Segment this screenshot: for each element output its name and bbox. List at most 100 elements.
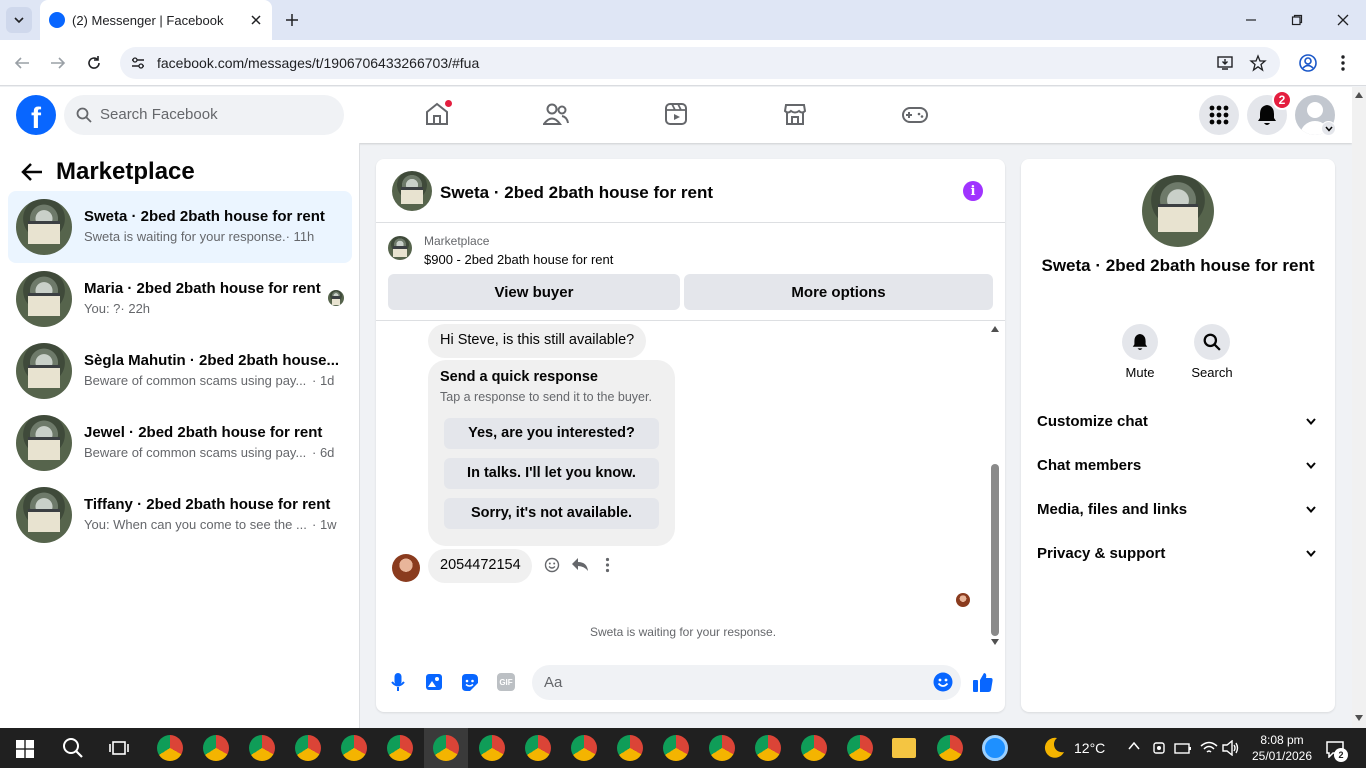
section-label: Chat members — [1037, 457, 1142, 474]
gif-icon[interactable]: GIF — [497, 673, 515, 691]
react-emoji-icon[interactable] — [544, 557, 560, 573]
close-window-icon[interactable] — [1337, 14, 1349, 26]
info-icon[interactable]: i — [963, 181, 983, 201]
microphone-icon[interactable] — [390, 672, 406, 692]
like-thumb-icon[interactable] — [972, 671, 994, 693]
customize-chat-row[interactable]: Customize chat — [1029, 404, 1327, 438]
back-icon[interactable] — [14, 56, 30, 70]
volume-icon[interactable] — [1222, 740, 1240, 756]
chrome-profile-icon[interactable] — [341, 735, 367, 761]
file-explorer-icon[interactable] — [892, 738, 916, 758]
mute-button[interactable] — [1122, 324, 1158, 360]
view-buyer-button[interactable]: View buyer — [388, 274, 680, 310]
listing-divider — [376, 320, 1005, 321]
moon-weather-icon[interactable] — [1042, 736, 1066, 760]
chrome-profile-icon[interactable] — [433, 735, 459, 761]
sender-avatar[interactable] — [392, 554, 420, 582]
chrome-profile-icon[interactable] — [617, 735, 643, 761]
search-conversation-button[interactable] — [1194, 324, 1230, 360]
chrome-profile-icon[interactable] — [249, 735, 275, 761]
media-files-links-row[interactable]: Media, files and links — [1029, 492, 1327, 526]
task-view-icon[interactable] — [109, 739, 129, 757]
install-app-icon[interactable] — [1216, 54, 1234, 72]
chevron-up-icon[interactable] — [1128, 742, 1140, 750]
mute-label: Mute — [1125, 365, 1155, 380]
listing-thumbnail — [16, 343, 72, 399]
tab-search-button[interactable] — [6, 7, 32, 33]
meet-now-icon[interactable] — [1152, 740, 1166, 756]
quick-response-button[interactable]: Sorry, it's not available. — [444, 498, 659, 529]
site-info-icon[interactable] — [130, 55, 146, 71]
app-grid-icon — [1209, 105, 1229, 125]
chrome-profile-icon[interactable] — [755, 735, 781, 761]
url-text[interactable]: facebook.com/messages/t/1906706433266703… — [157, 55, 479, 71]
conversation-name: Jewel · 2bed 2bath house for rent — [84, 424, 323, 441]
chrome-profile-icon[interactable] — [801, 735, 827, 761]
reply-icon[interactable] — [571, 557, 589, 572]
profile-icon[interactable] — [1298, 53, 1318, 73]
conversation-preview: Beware of common scams using pay... · 1d — [84, 373, 335, 388]
quick-response-button[interactable]: Yes, are you interested? — [444, 418, 659, 449]
conversation-name: Sweta · 2bed 2bath house for rent — [84, 208, 325, 225]
listing-source: Marketplace — [424, 234, 490, 248]
header-divider — [376, 222, 1005, 223]
quick-response-subtitle: Tap a response to send it to the buyer. — [440, 390, 652, 404]
sticker-icon[interactable] — [460, 673, 479, 692]
chrome-profile-icon[interactable] — [479, 735, 505, 761]
browser-menu-icon[interactable] — [1340, 54, 1346, 72]
privacy-support-row[interactable]: Privacy & support — [1029, 536, 1327, 570]
chat-members-row[interactable]: Chat members — [1029, 448, 1327, 482]
more-options-button[interactable]: More options — [684, 274, 993, 310]
windows-start-icon[interactable] — [16, 740, 34, 758]
friends-icon[interactable] — [543, 102, 569, 126]
battery-icon[interactable] — [1174, 741, 1192, 755]
back-arrow-icon[interactable] — [21, 162, 43, 182]
seen-avatar — [956, 593, 970, 607]
chrome-profile-icon[interactable] — [571, 735, 597, 761]
chat-scrollbar[interactable] — [989, 324, 1001, 648]
chrome-profile-icon[interactable] — [709, 735, 735, 761]
gaming-icon[interactable] — [902, 105, 928, 125]
chrome-profile-icon[interactable] — [525, 735, 551, 761]
account-menu-chevron-icon[interactable] — [1321, 121, 1336, 136]
facebook-search-input[interactable]: Search Facebook — [64, 95, 344, 135]
chevron-down-icon — [1306, 550, 1316, 557]
chrome-profile-icon[interactable] — [663, 735, 689, 761]
chat-header-title[interactable]: Sweta · 2bed 2bath house for rent — [440, 183, 713, 203]
listing-thumbnail — [16, 271, 72, 327]
chrome-profile-icon[interactable] — [937, 735, 963, 761]
weather-temp[interactable]: 12°C — [1074, 740, 1105, 756]
video-icon[interactable] — [664, 102, 688, 126]
page-scrollbar[interactable] — [1352, 87, 1366, 728]
close-tab-icon[interactable] — [250, 14, 262, 26]
chrome-profile-icon[interactable] — [203, 735, 229, 761]
message-input[interactable]: Aa — [532, 665, 961, 700]
restore-icon[interactable] — [1291, 14, 1303, 26]
marketplace-icon[interactable] — [783, 102, 807, 126]
facebook-logo-icon[interactable]: f — [16, 95, 56, 135]
chrome-profile-icon[interactable] — [157, 735, 183, 761]
new-tab-icon[interactable] — [285, 13, 299, 27]
phone-message-bubble: 2054472154 — [428, 549, 532, 583]
menu-button[interactable] — [1199, 95, 1239, 135]
wifi-icon[interactable] — [1200, 740, 1218, 756]
taskbar-search-icon[interactable] — [62, 737, 84, 759]
listing-title[interactable]: $900 - 2bed 2bath house for rent — [424, 252, 613, 267]
bell-icon — [1258, 105, 1276, 125]
quick-response-button[interactable]: In talks. I'll let you know. — [444, 458, 659, 489]
clock[interactable]: 8:08 pm 25/01/2026 — [1250, 732, 1314, 764]
forward-icon[interactable] — [50, 56, 66, 70]
edge-browser-icon[interactable] — [982, 735, 1008, 761]
reload-icon[interactable] — [86, 55, 102, 71]
photo-icon[interactable] — [425, 673, 443, 691]
minimize-icon[interactable] — [1245, 14, 1257, 26]
search-placeholder: Search Facebook — [100, 106, 218, 123]
browser-tab-messenger[interactable]: (2) Messenger | Facebook — [40, 0, 272, 40]
more-actions-icon[interactable] — [605, 557, 610, 573]
chrome-profile-icon[interactable] — [295, 735, 321, 761]
emoji-icon[interactable] — [933, 672, 953, 692]
bookmark-star-icon[interactable] — [1249, 54, 1267, 72]
chrome-profile-icon[interactable] — [847, 735, 873, 761]
conversation-preview: You: When can you come to see the ... · 1… — [84, 517, 337, 532]
chrome-profile-icon[interactable] — [387, 735, 413, 761]
